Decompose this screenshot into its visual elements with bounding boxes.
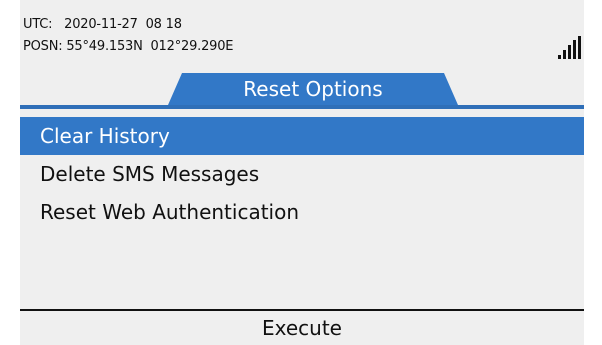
position-readout: POSN: 55°49.153N 012°29.290E (23, 39, 234, 54)
menu-item-label: Delete SMS Messages (40, 162, 260, 186)
menu-item-delete-sms-messages[interactable]: Delete SMS Messages (20, 155, 584, 193)
tab-reset-options[interactable]: Reset Options (168, 73, 458, 105)
reset-options-menu: Clear History Delete SMS Messages Reset … (20, 117, 584, 231)
menu-item-clear-history[interactable]: Clear History (20, 117, 584, 155)
utc-readout: UTC: 2020-11-27 08 18 (23, 17, 182, 32)
menu-item-label: Reset Web Authentication (40, 200, 300, 224)
status-bar: UTC: 2020-11-27 08 18 POSN: 55°49.153N 0… (23, 14, 233, 58)
device-screen: UTC: 2020-11-27 08 18 POSN: 55°49.153N 0… (20, 0, 584, 345)
tab-underline (20, 105, 584, 109)
tab-label: Reset Options (243, 77, 383, 101)
execute-softkey[interactable]: Execute (20, 311, 584, 345)
menu-item-label: Clear History (40, 124, 170, 148)
menu-item-reset-web-authentication[interactable]: Reset Web Authentication (20, 193, 584, 231)
signal-strength-icon (557, 36, 581, 60)
